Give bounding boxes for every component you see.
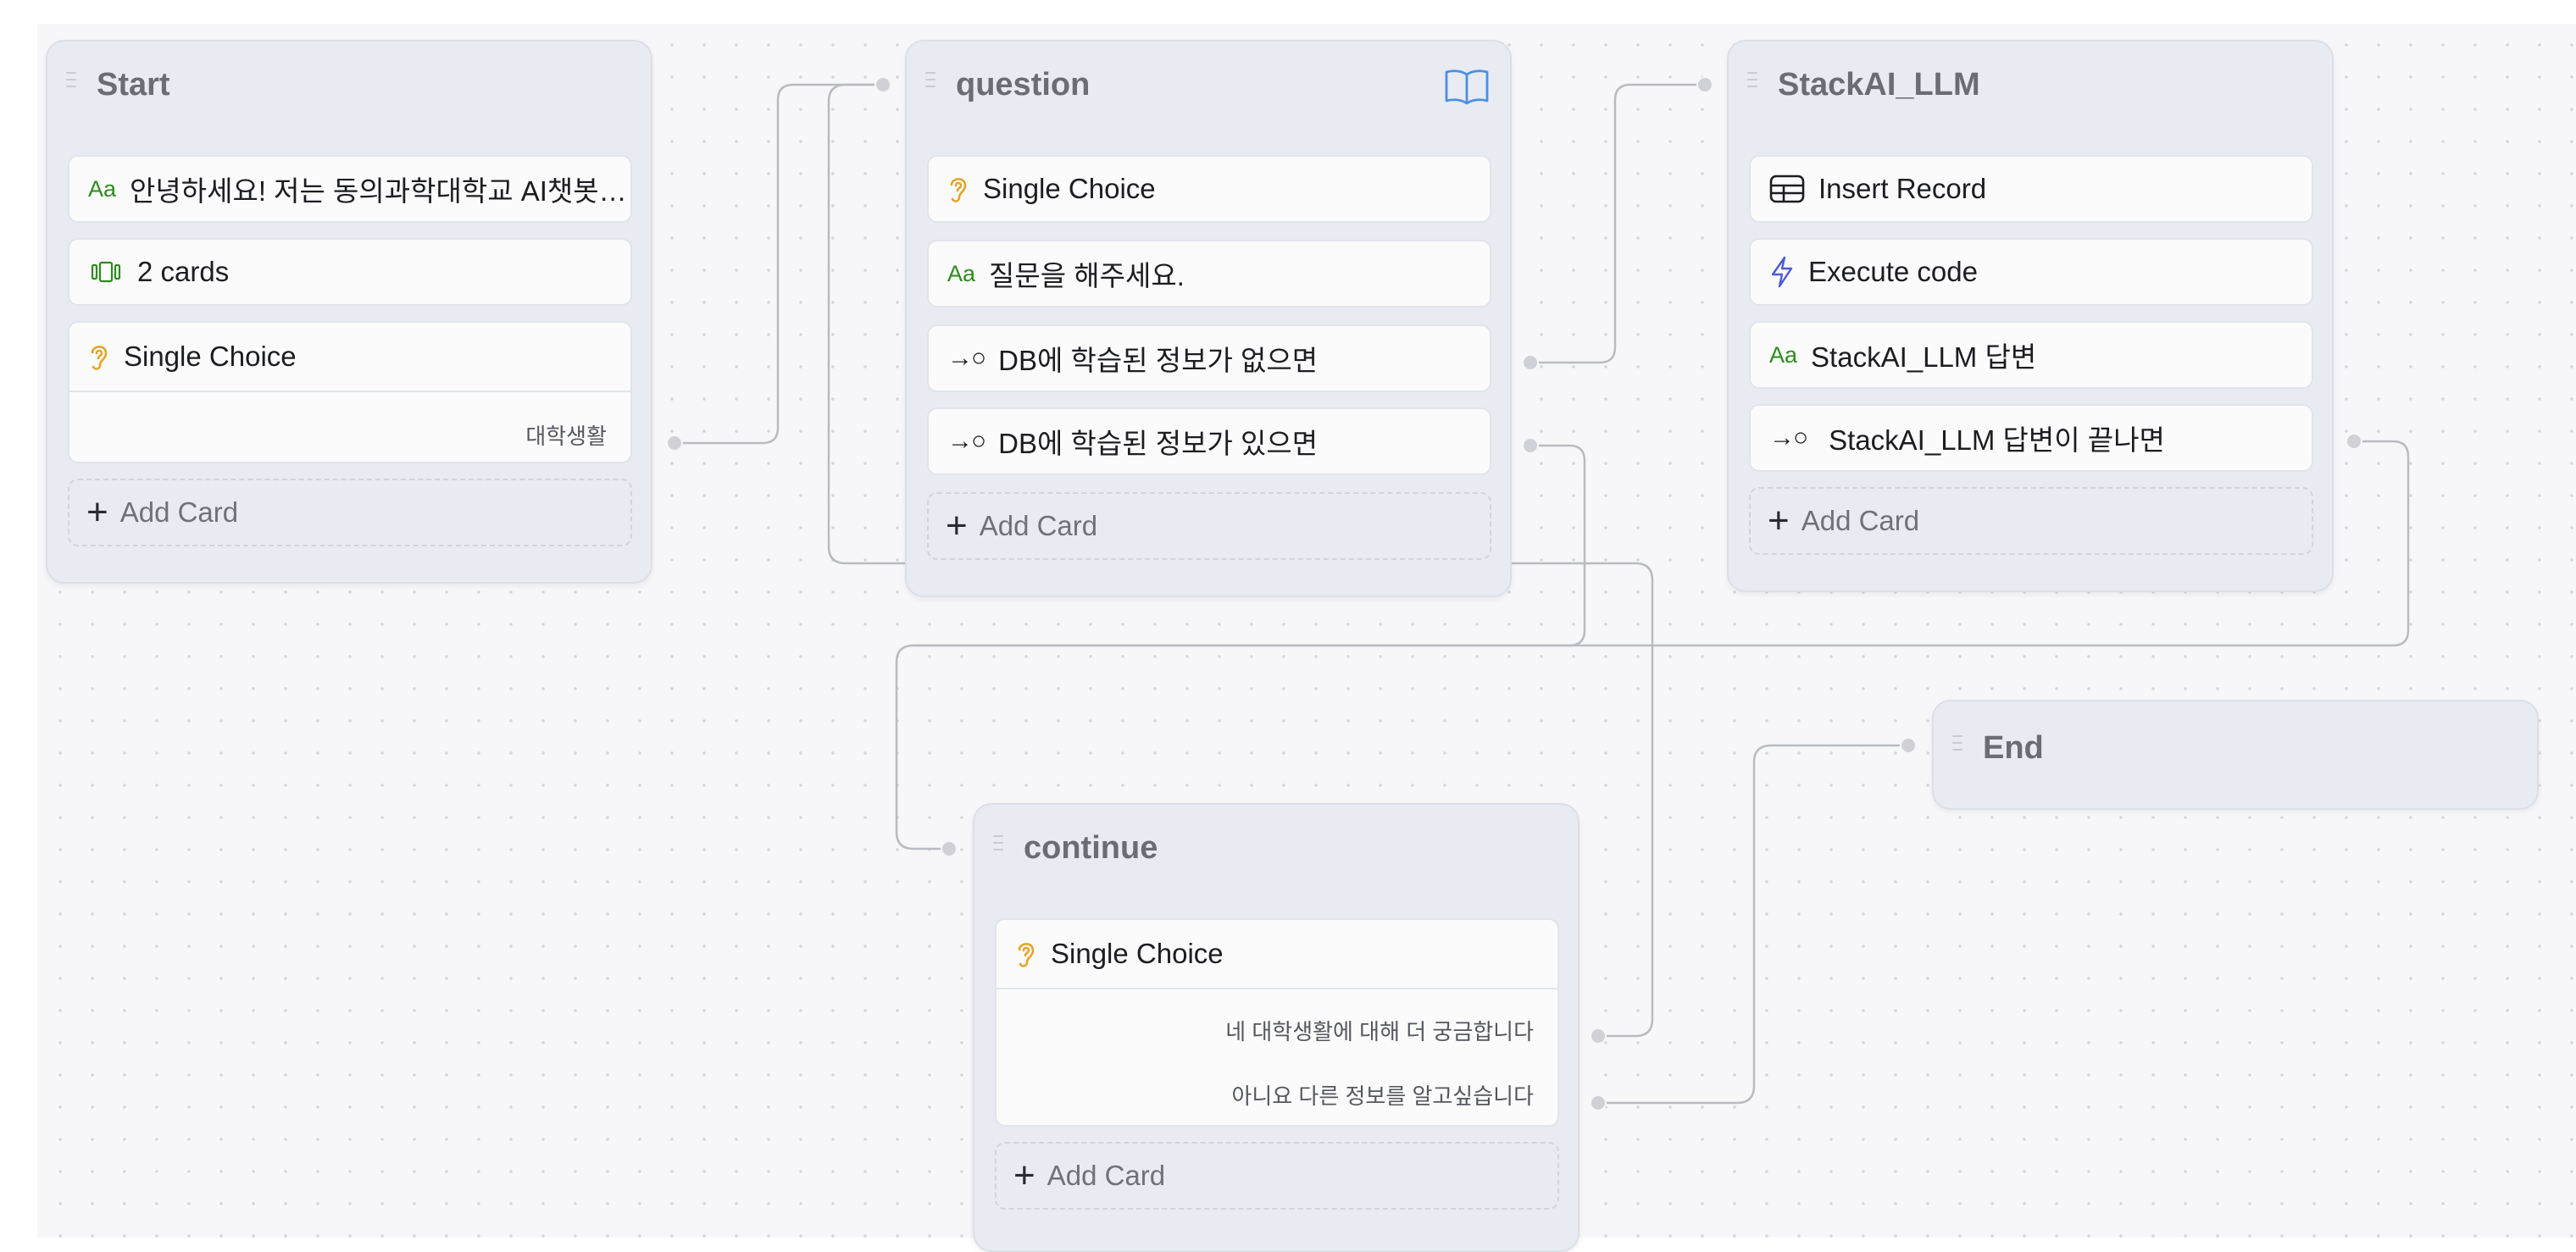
ear-icon [1015,939,1037,969]
group-header[interactable]: StackAI_LLM [1729,42,2332,126]
text-card-content: StackAI_LLM 답변 [1811,341,2037,373]
single-choice-card[interactable]: Single Choice [927,155,1491,223]
input-handle[interactable] [1900,737,1917,754]
single-choice-card[interactable]: Single Choice 네 대학생활에 대해 더 궁금합니다 아니요 다른 … [995,918,1559,1127]
plus-icon: + [1013,1155,1035,1196]
text-card[interactable]: Aa 질문을 해주세요. [927,240,1491,307]
text-card[interactable]: Aa StackAI_LLM 답변 [1749,321,2313,389]
group-title[interactable]: End [1983,727,2044,769]
group-header[interactable]: continue [974,805,1578,889]
group-title[interactable]: continue [1024,827,1158,869]
choice-card-header[interactable]: Single Choice [69,323,630,392]
plus-icon: + [86,491,108,533]
condition-card[interactable]: →○ DB에 학습된 정보가 있으면 [927,407,1491,475]
group-continue[interactable]: continue Single Choice 네 대학생활에 대해 더 궁금합니… [973,803,1579,1252]
input-handle[interactable] [1696,76,1713,93]
output-handle[interactable] [1590,1028,1607,1044]
drag-handle[interactable] [66,72,76,97]
plus-icon: + [946,505,968,546]
choice-card-label: Single Choice [983,173,1156,204]
table-icon [1769,175,1805,203]
choice-item[interactable]: 대학생활 [525,419,607,451]
text-card-content: 질문을 해주세요. [989,260,1185,291]
output-handle[interactable] [1522,437,1539,454]
choice-item[interactable]: 네 대학생활에 대해 더 궁금합니다 [1225,1015,1534,1046]
text-icon: Aa [947,260,976,286]
group-start[interactable]: Start Aa 안녕하세요! 저는 동의과학대학교 AI챗봇입... 2 ca… [46,40,652,584]
choice-card-header[interactable]: Single Choice [997,920,1557,989]
single-choice-card[interactable]: Single Choice 대학생활 [68,321,632,463]
group-title[interactable]: StackAI_LLM [1778,64,1980,106]
ear-icon [947,174,969,204]
output-handle[interactable] [1522,354,1539,371]
drag-handle[interactable] [925,72,935,97]
input-handle[interactable] [874,76,891,93]
group-header[interactable]: End [1934,701,2537,786]
add-card-button[interactable]: + Add Card [995,1142,1559,1210]
choice-item[interactable]: 아니요 다른 정보를 알고싶습니다 [1231,1079,1534,1111]
add-card-label: Add Card [1801,505,1920,536]
condition-label: DB에 학습된 정보가 없으면 [998,345,1319,376]
add-card-label: Add Card [979,510,1098,541]
ear-icon [88,341,110,372]
group-header[interactable]: Start [47,42,651,126]
choice-card-label: Single Choice [1051,938,1224,969]
output-handle[interactable] [666,435,683,451]
output-handle[interactable] [1590,1094,1607,1111]
drag-handle[interactable] [1952,735,1963,761]
group-header[interactable]: question [907,42,1510,126]
text-card[interactable]: Aa 안녕하세요! 저는 동의과학대학교 AI챗봇입... [68,155,632,223]
book-icon[interactable] [1444,67,1490,110]
group-stackai-llm[interactable]: StackAI_LLM Insert Record Execute code A… [1727,40,2334,592]
text-icon: Aa [88,175,117,202]
choice-card-label: Single Choice [124,341,297,372]
add-card-button[interactable]: + Add Card [927,492,1491,560]
group-title[interactable]: question [956,64,1090,106]
insert-record-card[interactable]: Insert Record [1749,155,2313,223]
condition-icon: →○ [1769,424,1808,451]
output-handle[interactable] [2346,433,2362,450]
drag-handle[interactable] [1747,72,1757,97]
plus-icon: + [1768,500,1790,541]
execute-code-label: Execute code [1808,256,1978,287]
cards-card-label: 2 cards [137,256,230,287]
input-handle[interactable] [941,840,958,857]
condition-label: DB에 학습된 정보가 있으면 [998,428,1319,459]
condition-card[interactable]: →○ StackAI_LLM 답변이 끝나면 [1749,404,2313,472]
condition-icon: →○ [947,427,986,455]
execute-code-card[interactable]: Execute code [1749,238,2313,306]
add-card-label: Add Card [1046,1160,1166,1191]
add-card-button[interactable]: + Add Card [68,479,632,546]
condition-card[interactable]: →○ DB에 학습된 정보가 없으면 [927,324,1491,392]
condition-icon: →○ [947,344,986,372]
group-title[interactable]: Start [97,64,170,106]
text-icon: Aa [1769,341,1798,368]
group-end[interactable]: End [1932,700,2539,810]
condition-label: StackAI_LLM 답변이 끝나면 [1829,424,2165,456]
text-card-content: 안녕하세요! 저는 동의과학대학교 AI챗봇입... [130,175,630,207]
add-card-button[interactable]: + Add Card [1749,487,2313,555]
insert-record-label: Insert Record [1818,173,1987,204]
lightning-icon [1769,256,1795,288]
cards-card[interactable]: 2 cards [68,238,632,306]
drag-handle[interactable] [993,835,1003,861]
cards-icon [88,260,124,284]
add-card-label: Add Card [119,496,239,528]
group-question[interactable]: question Single Choice Aa 질문을 해주세요. →○ D… [905,40,1512,597]
